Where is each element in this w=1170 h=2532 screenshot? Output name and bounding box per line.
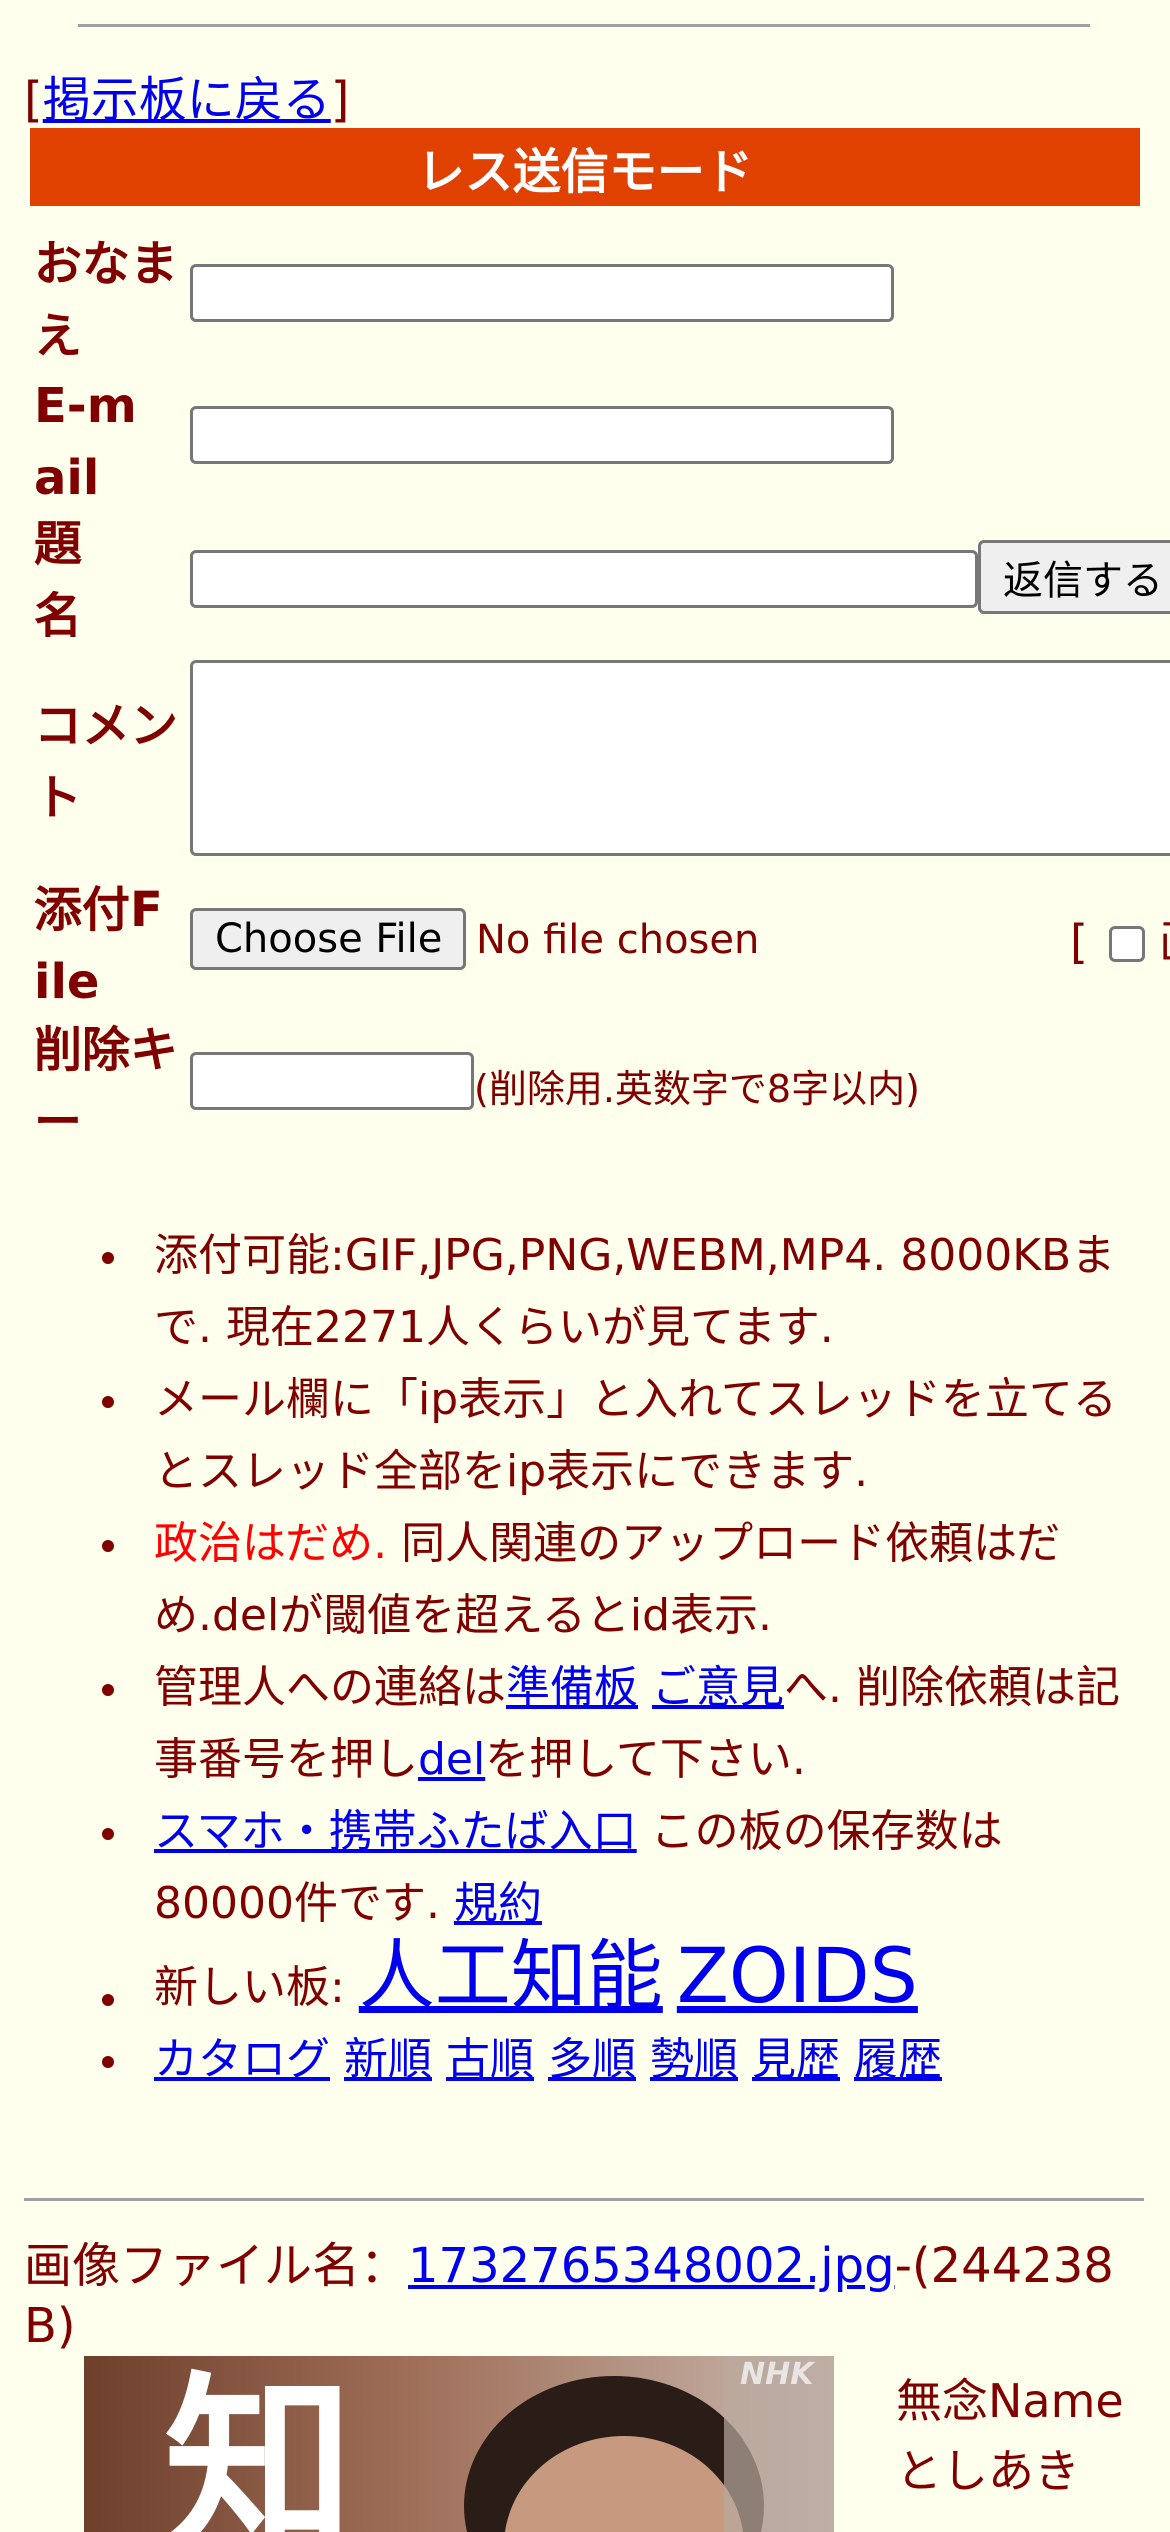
contact-text-a: 管理人への連絡は xyxy=(154,1662,506,1713)
section-divider xyxy=(24,2198,1144,2201)
list-item: 添付可能:GIF,JPG,PNG,WEBM,MP4. 8000KBまで. 現在2… xyxy=(50,1220,1140,1364)
board-info-list: 添付可能:GIF,JPG,PNG,WEBM,MP4. 8000KBまで. 現在2… xyxy=(50,1220,1140,2096)
ip-info: メール欄に「ip表示」と入れてスレッドを立てるとスレッド全部をip表示にできます… xyxy=(154,1374,1117,1497)
reply-mode-header: レス送信モード xyxy=(30,128,1140,206)
post-subject-line: 無念Name xyxy=(896,2366,1124,2436)
top-divider xyxy=(78,24,1090,27)
name-label: おなまえ xyxy=(34,236,179,364)
catalog-link[interactable]: カタログ xyxy=(154,2034,330,2085)
post-name: としあき xyxy=(896,2444,1080,2498)
post-history-link[interactable]: 履歴 xyxy=(854,2034,942,2085)
list-item: 新しい板: 人工知能 ZOIDS xyxy=(50,1938,1140,2024)
post-subject: 無念 xyxy=(896,2374,988,2428)
sort-new-link[interactable]: 新順 xyxy=(344,2034,432,2085)
view-history-link[interactable]: 見歴 xyxy=(752,2034,840,2085)
comment-textarea[interactable] xyxy=(190,660,1170,856)
clip-checkbox[interactable] xyxy=(1108,926,1145,962)
name-input[interactable] xyxy=(190,264,894,322)
reply-submit-button[interactable]: 返信する xyxy=(978,540,1170,614)
bracket-open: [ xyxy=(24,72,43,128)
contact-text-c: を押して下さい. xyxy=(485,1734,806,1785)
back-link-container: [掲示板に戻る] xyxy=(24,60,349,130)
list-item: メール欄に「ip表示」と入れてスレッドを立てるとスレッド全部をip表示にできます… xyxy=(50,1364,1140,1508)
choose-file-button[interactable]: Choose File xyxy=(190,908,466,970)
bullet xyxy=(102,1828,114,1840)
image-file-link[interactable]: 1732765348002.jpg xyxy=(408,2238,895,2294)
subject-input[interactable] xyxy=(190,550,978,608)
back-to-board-link[interactable]: 掲示板に戻る xyxy=(43,72,331,128)
option-label: 画 xyxy=(1159,915,1170,969)
del-link[interactable]: del xyxy=(418,1734,485,1785)
post-name-label: Name xyxy=(988,2374,1124,2428)
comment-label: コメント xyxy=(34,698,179,826)
thumb-kanji: 知 xyxy=(164,2356,354,2532)
bullet xyxy=(102,1684,114,1696)
bracket-close: ] xyxy=(330,72,350,128)
post-header: 無念Name としあき xyxy=(896,2366,1124,2506)
delkey-input[interactable] xyxy=(190,1052,474,1110)
sort-many-link[interactable]: 多順 xyxy=(548,2034,636,2085)
bullet xyxy=(102,1252,114,1264)
attach-label: 添付File xyxy=(34,882,163,1010)
list-item: スマホ・携帯ふたば入口 この板の保存数は80000件です. 規約 xyxy=(50,1796,1140,1940)
watermark: NHK xyxy=(740,2357,816,2392)
ai-board-link[interactable]: 人工知能 xyxy=(359,1931,663,2020)
rule-warning: 政治はだめ. xyxy=(154,1518,388,1569)
list-item: 政治はだめ. 同人関連のアップロード依頼はだめ.delが閾値を超えるとid表示. xyxy=(50,1508,1140,1652)
bullet xyxy=(102,1396,114,1408)
post-file-info: 画像ファイル名：1732765348002.jpg-(244238 B) xyxy=(24,2236,1144,2356)
mobile-entrance-link[interactable]: スマホ・携帯ふたば入口 xyxy=(154,1806,637,1857)
post-thumbnail[interactable]: 知 NHK xyxy=(84,2356,834,2532)
bullet xyxy=(102,2056,114,2068)
new-boards-label: 新しい板: xyxy=(154,1962,359,2013)
sort-old-link[interactable]: 古順 xyxy=(446,2034,534,2085)
zoids-board-link[interactable]: ZOIDS xyxy=(677,1931,918,2020)
upload-info: 添付可能:GIF,JPG,PNG,WEBM,MP4. 8000KBまで. 現在2… xyxy=(154,1230,1116,1353)
bullet xyxy=(102,1994,114,2006)
delkey-label: 削除キー xyxy=(34,1022,179,1150)
page: [掲示板に戻る] レス送信モード おなまえ E-mail 題名 返信する コメン… xyxy=(0,0,1170,2532)
file-status-text: No file chosen xyxy=(476,917,760,963)
subject-label: 題名 xyxy=(34,516,83,644)
feedback-link[interactable]: ご意見 xyxy=(652,1662,784,1713)
list-item: 管理人への連絡は準備板 ご意見へ. 削除依頼は記事番号を押しdelを押して下さい… xyxy=(50,1652,1140,1796)
prep-board-link[interactable]: 準備板 xyxy=(506,1662,638,1713)
thumbnail-image: 知 NHK xyxy=(84,2356,834,2532)
delkey-note: (削除用.英数字で8字以内) xyxy=(474,1067,920,1111)
email-label: E-mail xyxy=(34,378,137,506)
sort-momentum-link[interactable]: 勢順 xyxy=(650,2034,738,2085)
option-bracket: [ xyxy=(1070,915,1088,969)
list-item: カタログ 新順 古順 多順 勢順 見歴 履歴 xyxy=(50,2024,1140,2096)
clip-option: [ 画 xyxy=(1070,906,1170,972)
email-input[interactable] xyxy=(190,406,894,464)
bullet xyxy=(102,1540,114,1552)
terms-link[interactable]: 規約 xyxy=(454,1878,542,1929)
file-label: 画像ファイル名： xyxy=(24,2238,409,2294)
